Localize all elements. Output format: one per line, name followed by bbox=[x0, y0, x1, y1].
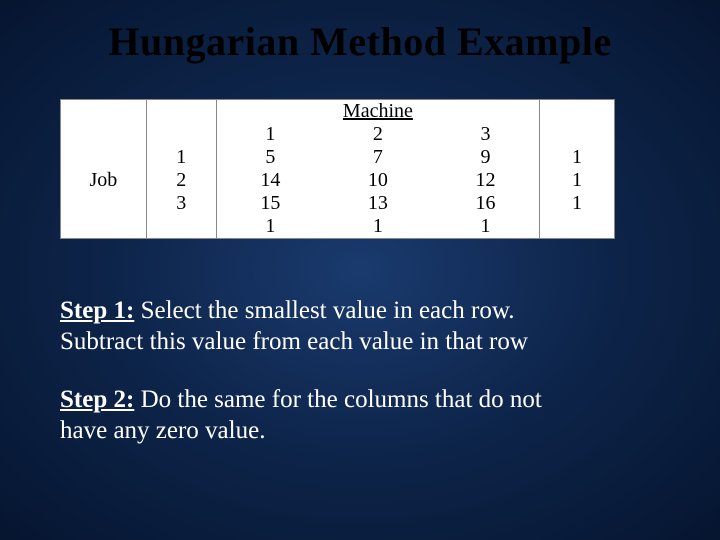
step-1-label: Step 1: bbox=[60, 297, 134, 324]
step-2-label: Step 2: bbox=[60, 386, 134, 413]
empty-cell bbox=[61, 100, 147, 124]
job-num-1: 1 bbox=[146, 146, 216, 169]
row-min-3: 1 bbox=[540, 192, 615, 215]
step-1: Step 1: Select the smallest value in eac… bbox=[60, 295, 672, 358]
cost-table: Machine 1 2 3 1 5 7 9 1 Job bbox=[60, 99, 615, 239]
machine-col-3: 3 bbox=[432, 123, 540, 146]
step-1-line-a: Select the smallest value in each row. bbox=[134, 297, 514, 324]
col-min-3: 1 bbox=[432, 215, 540, 239]
steps-text: Step 1: Select the smallest value in eac… bbox=[60, 295, 672, 446]
empty-cell bbox=[540, 215, 615, 239]
job-label: Job bbox=[61, 169, 147, 192]
step-2-line-a: Do the same for the columns that do not bbox=[134, 386, 542, 413]
step-1-line-b: Subtract this value from each value in t… bbox=[60, 328, 528, 355]
job-num-3: 3 bbox=[146, 192, 216, 215]
empty-cell bbox=[146, 123, 216, 146]
job-num-2: 2 bbox=[146, 169, 216, 192]
machine-col-2: 2 bbox=[324, 123, 432, 146]
col-min-2: 1 bbox=[324, 215, 432, 239]
row-min-2: 1 bbox=[540, 169, 615, 192]
slide: Hungarian Method Example Machine 1 2 3 bbox=[0, 0, 720, 540]
cell-2-3: 12 bbox=[432, 169, 540, 192]
cell-1-1: 5 bbox=[216, 146, 324, 169]
empty-cell bbox=[216, 100, 324, 124]
cell-3-1: 15 bbox=[216, 192, 324, 215]
cell-3-3: 16 bbox=[432, 192, 540, 215]
empty-cell bbox=[61, 192, 147, 215]
machine-header: Machine bbox=[324, 100, 432, 124]
cell-2-1: 14 bbox=[216, 169, 324, 192]
step-2-line-b: have any zero value. bbox=[60, 417, 265, 444]
slide-title: Hungarian Method Example bbox=[48, 18, 672, 65]
machine-col-1: 1 bbox=[216, 123, 324, 146]
cell-3-2: 13 bbox=[324, 192, 432, 215]
cell-2-2: 10 bbox=[324, 169, 432, 192]
step-2: Step 2: Do the same for the columns that… bbox=[60, 384, 672, 447]
row-min-1: 1 bbox=[540, 146, 615, 169]
empty-cell bbox=[540, 123, 615, 146]
empty-cell bbox=[540, 100, 615, 124]
empty-cell bbox=[146, 100, 216, 124]
cell-1-2: 7 bbox=[324, 146, 432, 169]
empty-cell bbox=[61, 146, 147, 169]
empty-cell bbox=[432, 100, 540, 124]
empty-cell bbox=[61, 215, 147, 239]
empty-cell bbox=[146, 215, 216, 239]
empty-cell bbox=[61, 123, 147, 146]
cell-1-3: 9 bbox=[432, 146, 540, 169]
col-min-1: 1 bbox=[216, 215, 324, 239]
